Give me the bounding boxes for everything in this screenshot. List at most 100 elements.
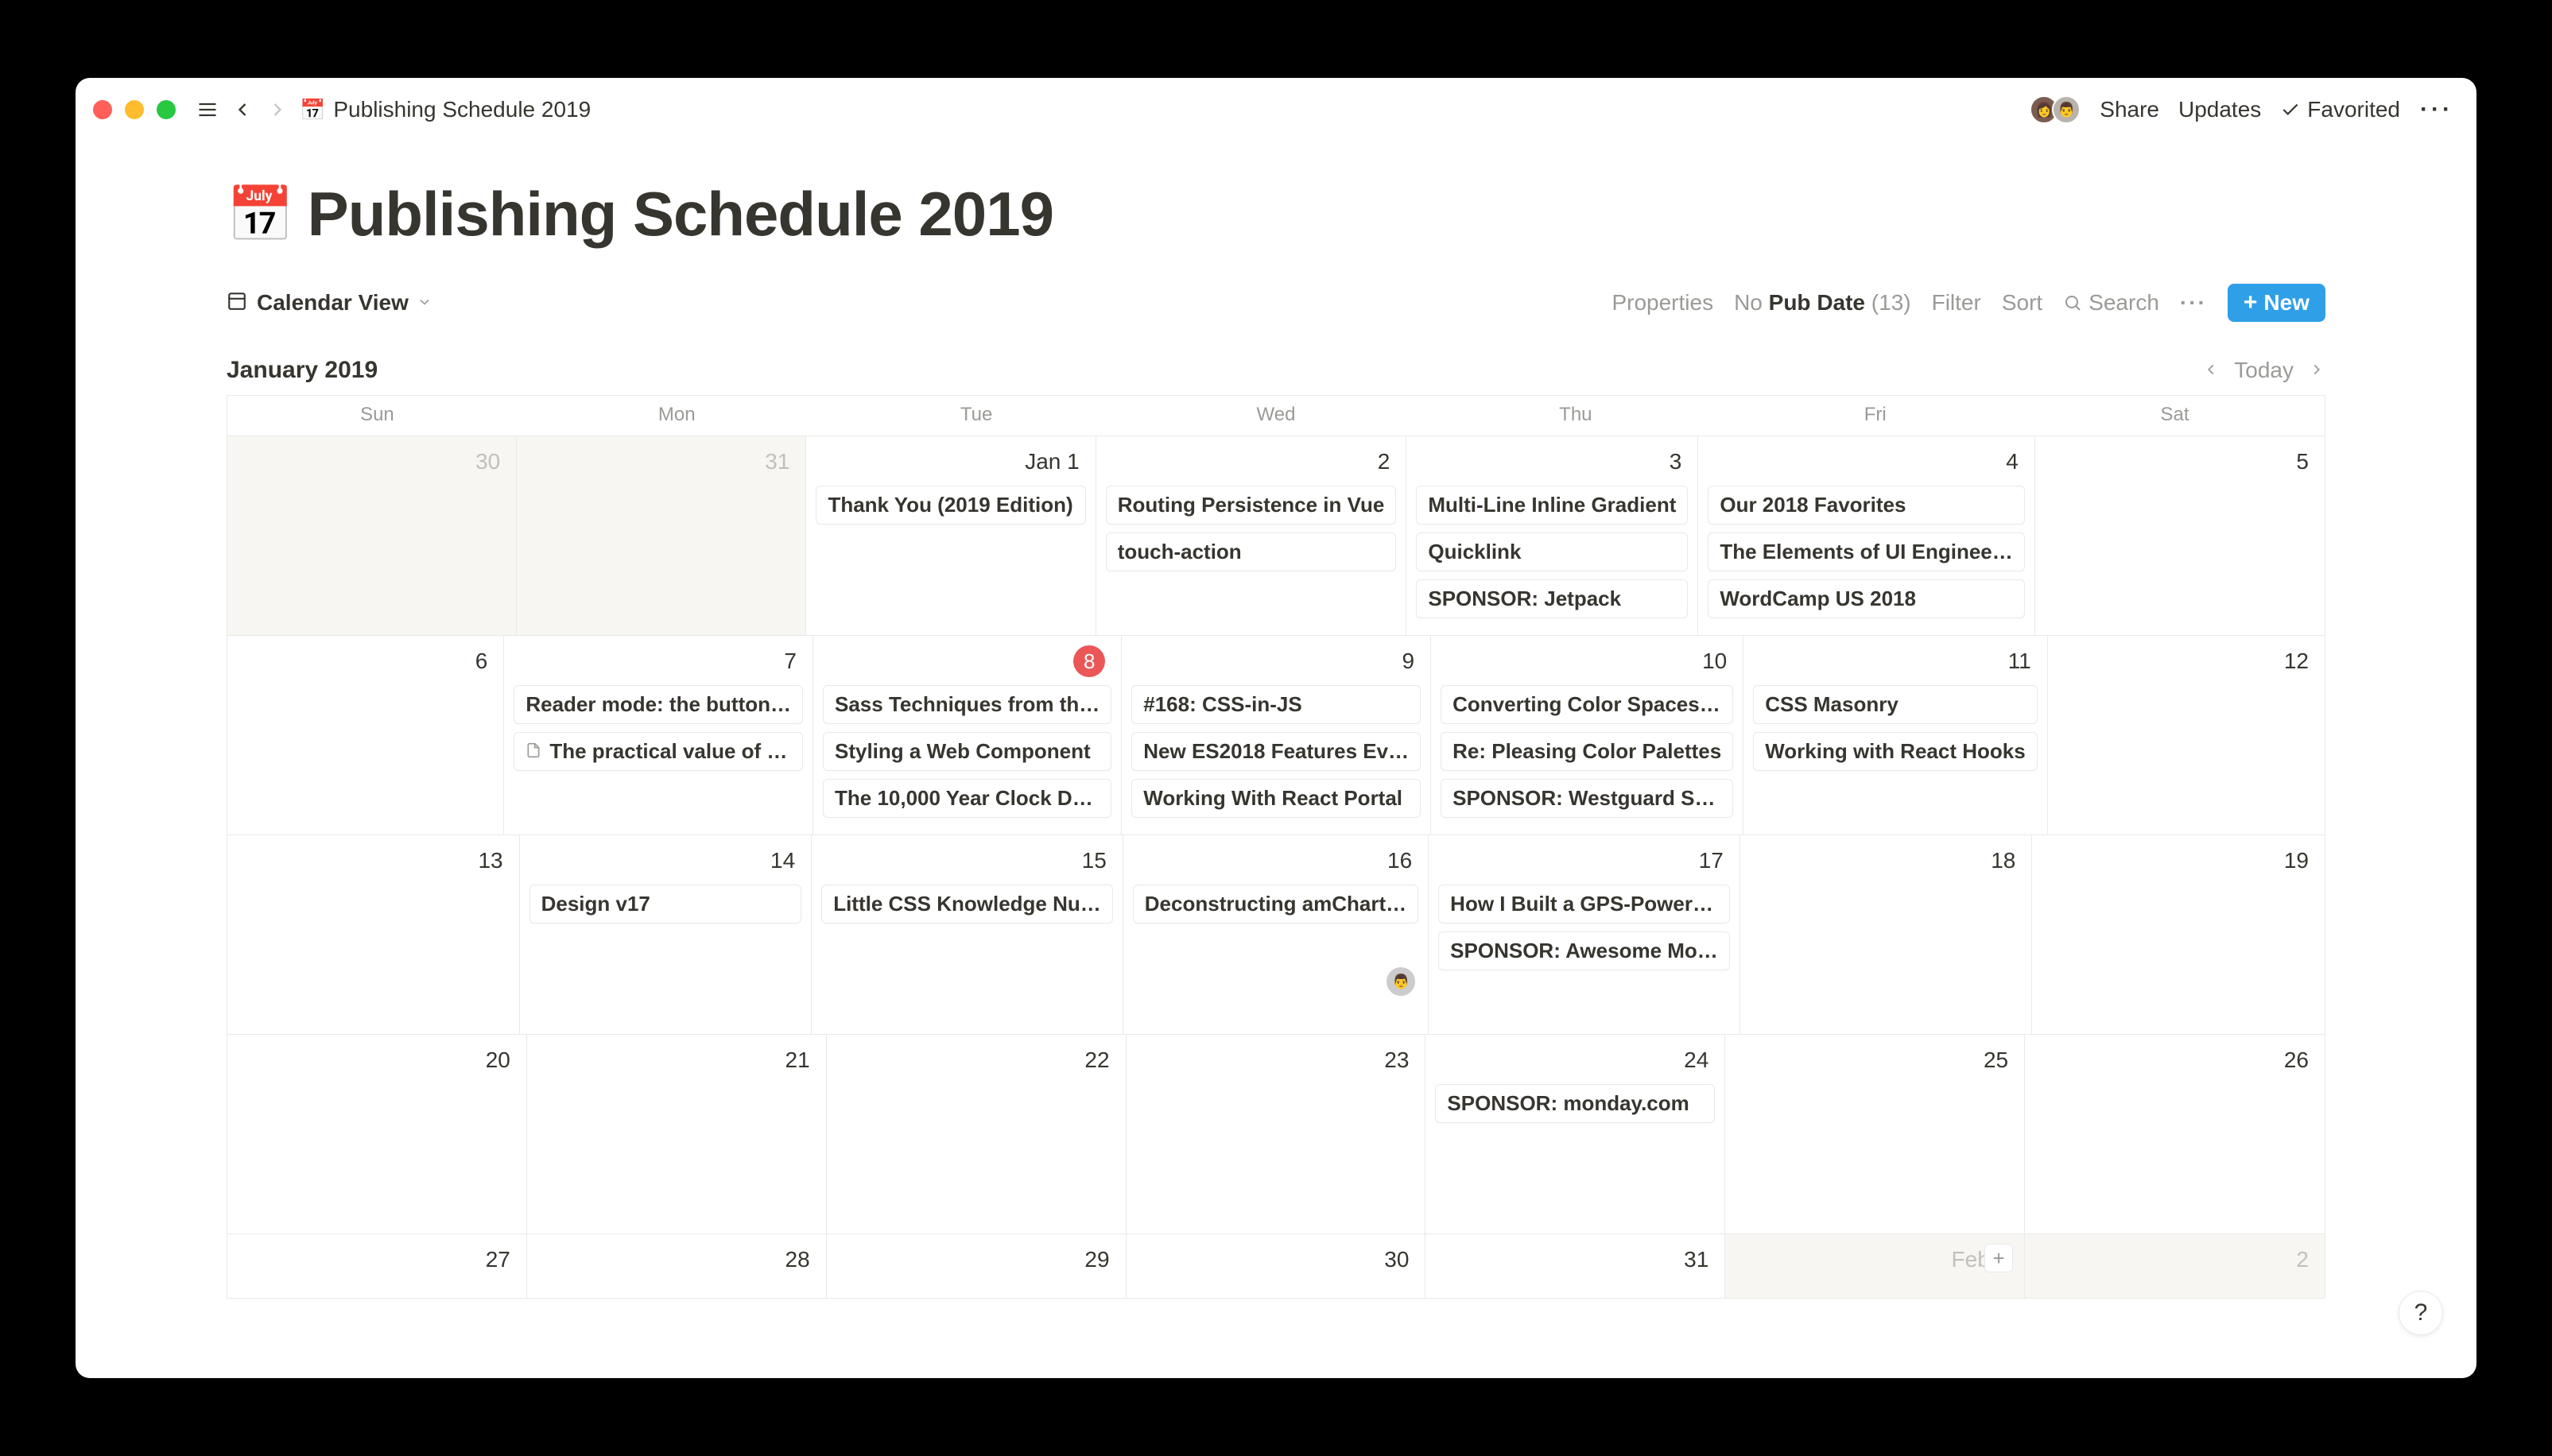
calendar-day[interactable]: 30 <box>1127 1234 1426 1298</box>
minimize-window-button[interactable] <box>125 100 144 119</box>
share-button[interactable]: Share <box>2100 97 2159 122</box>
event-title: SPONSOR: Awesome Mo… <box>1450 939 1718 963</box>
favorite-button[interactable]: Favorited <box>2280 97 2400 122</box>
calendar-day[interactable]: 2Routing Persistence in Vuetouch-action <box>1096 436 1407 635</box>
calendar-day[interactable]: 24SPONSOR: monday.com <box>1425 1035 1725 1233</box>
calendar-event[interactable]: touch-action <box>1106 532 1397 571</box>
calendar-day[interactable]: 4Our 2018 FavoritesThe Elements of UI En… <box>1698 436 2034 635</box>
page-icon-large[interactable]: 📅 <box>227 183 293 246</box>
calendar-event[interactable]: Quicklink <box>1416 532 1688 571</box>
calendar-day[interactable]: 22 <box>827 1035 1127 1233</box>
dow-label: Mon <box>527 396 827 436</box>
calendar-event[interactable]: WordCamp US 2018 <box>1708 579 2024 618</box>
search-icon <box>2063 293 2082 312</box>
calendar-event[interactable]: Routing Persistence in Vue <box>1106 486 1397 525</box>
calendar-event[interactable]: Little CSS Knowledge Nu… <box>821 885 1113 924</box>
day-number: 2 <box>2034 1244 2315 1276</box>
page-title-text[interactable]: Publishing Schedule 2019 <box>308 178 1053 250</box>
calendar-day[interactable]: 11CSS MasonryWorking with React Hooks <box>1743 636 2047 834</box>
window-controls <box>93 100 176 119</box>
calendar-day[interactable]: 26 <box>2025 1035 2325 1233</box>
sort-button[interactable]: Sort <box>2002 290 2042 316</box>
view-more-button[interactable]: ··· <box>2180 290 2207 316</box>
calendar-event[interactable]: New ES2018 Features Ev… <box>1131 732 1421 771</box>
content-scroll[interactable]: 📅 Publishing Schedule 2019 Calendar View… <box>76 141 2476 1378</box>
calendar-event[interactable]: Thank You (2019 Edition) <box>816 486 1085 525</box>
page: 📅 Publishing Schedule 2019 Calendar View… <box>76 141 2476 1299</box>
calendar-event[interactable]: SPONSOR: Awesome Mo… <box>1438 931 1730 970</box>
calendar-event[interactable]: The Elements of UI Enginee… <box>1708 532 2024 571</box>
more-menu-button[interactable]: ··· <box>2419 92 2454 127</box>
calendar-day[interactable]: 18 <box>1740 835 2033 1034</box>
calendar-event[interactable]: Multi-Line Inline Gradient <box>1416 486 1688 525</box>
calendar-event[interactable]: How I Built a GPS-Power… <box>1438 885 1730 924</box>
calendar-day[interactable]: 3Multi-Line Inline GradientQuicklinkSPON… <box>1406 436 1698 635</box>
calendar-event[interactable]: SPONSOR: monday.com <box>1435 1084 1715 1123</box>
back-button[interactable] <box>225 92 260 127</box>
properties-button[interactable]: Properties <box>1611 290 1713 316</box>
calendar-event[interactable]: Design v17 <box>529 885 802 924</box>
calendar-day[interactable]: 13 <box>227 835 520 1034</box>
filter-button[interactable]: Filter <box>1932 290 1981 316</box>
help-button[interactable]: ? <box>2399 1291 2443 1335</box>
calendar-day[interactable]: 31 <box>1425 1234 1725 1298</box>
calendar-event[interactable]: Working With React Portal <box>1131 779 1421 818</box>
calendar-day[interactable]: 9#168: CSS-in-JSNew ES2018 Features Ev…W… <box>1122 636 1431 834</box>
calendar-day[interactable]: 5 <box>2035 436 2325 635</box>
calendar-day[interactable]: 29 <box>827 1234 1127 1298</box>
calendar-day[interactable]: 25 <box>1725 1035 2025 1233</box>
calendar-day[interactable]: 30 <box>227 436 517 635</box>
calendar-day[interactable]: 12 <box>2048 636 2325 834</box>
event-assignee-avatar[interactable]: 👨 <box>1385 966 1417 997</box>
calendar-event[interactable]: #168: CSS-in-JS <box>1131 685 1421 724</box>
calendar-day[interactable]: 23 <box>1127 1035 1426 1233</box>
calendar-day[interactable]: 28 <box>527 1234 827 1298</box>
calendar-day[interactable]: 16Deconstructing amChart…👨 <box>1123 835 1429 1034</box>
calendar-day[interactable]: 31 <box>517 436 806 635</box>
calendar-day[interactable]: 7Reader mode: the button…The practical v… <box>504 636 813 834</box>
today-button[interactable]: Today <box>2234 358 2294 383</box>
calendar-day[interactable]: 27 <box>227 1234 527 1298</box>
calendar-event[interactable]: Sass Techniques from th… <box>823 685 1111 724</box>
calendar-event[interactable]: The 10,000 Year Clock D… <box>823 779 1111 818</box>
prev-month-button[interactable] <box>2202 361 2220 381</box>
calendar-event[interactable]: CSS Masonry <box>1753 685 2037 724</box>
calendar-event[interactable]: Re: Pleasing Color Palettes <box>1441 732 1733 771</box>
calendar-day[interactable]: 8Sass Techniques from th…Styling a Web C… <box>813 636 1122 834</box>
calendar-event[interactable]: Reader mode: the button… <box>514 685 803 724</box>
close-window-button[interactable] <box>93 100 112 119</box>
calendar-day[interactable]: 17How I Built a GPS-Power…SPONSOR: Aweso… <box>1429 835 1740 1034</box>
calendar-day[interactable]: Feb 1+ <box>1725 1234 2025 1298</box>
calendar-day[interactable]: 6 <box>227 636 504 834</box>
calendar-day[interactable]: 14Design v17 <box>520 835 813 1034</box>
calendar-day[interactable]: 21 <box>527 1035 827 1233</box>
calendar-event[interactable]: Our 2018 Favorites <box>1708 486 2024 525</box>
calendar-day[interactable]: 19 <box>2032 835 2325 1034</box>
calendar-day[interactable]: 2 <box>2025 1234 2325 1298</box>
sidebar-toggle-button[interactable] <box>190 92 225 127</box>
search-button[interactable]: Search <box>2063 290 2159 316</box>
add-event-button[interactable]: + <box>1984 1244 2013 1272</box>
calendar-event[interactable]: SPONSOR: Westguard S… <box>1441 779 1733 818</box>
calendar-event[interactable]: Working with React Hooks <box>1753 732 2037 771</box>
calendar-day[interactable]: 20 <box>227 1035 527 1233</box>
day-events: SPONSOR: monday.com <box>1435 1084 1715 1123</box>
no-pub-date-filter[interactable]: No Pub Date (13) <box>1734 290 1911 316</box>
new-button[interactable]: + New <box>2228 284 2325 322</box>
presence-avatars[interactable]: 👩 👨 <box>2030 95 2081 124</box>
no-pubdate-bold: Pub Date <box>1769 290 1865 315</box>
calendar-event[interactable]: SPONSOR: Jetpack <box>1416 579 1688 618</box>
breadcrumb[interactable]: 📅 Publishing Schedule 2019 <box>300 97 591 122</box>
calendar-event[interactable]: Converting Color Spaces… <box>1441 685 1733 724</box>
calendar-day[interactable]: 15Little CSS Knowledge Nu… <box>812 835 1123 1034</box>
next-month-button[interactable] <box>2308 361 2325 381</box>
view-select[interactable]: Calendar View <box>257 290 432 316</box>
calendar-event[interactable]: Styling a Web Component <box>823 732 1111 771</box>
calendar-event[interactable]: The practical value of … <box>514 732 803 771</box>
calendar-day[interactable]: Jan 1Thank You (2019 Edition) <box>806 436 1096 635</box>
forward-button[interactable] <box>260 92 295 127</box>
calendar-event[interactable]: Deconstructing amChart… <box>1133 885 1418 924</box>
calendar-day[interactable]: 10Converting Color Spaces…Re: Pleasing C… <box>1431 636 1743 834</box>
maximize-window-button[interactable] <box>157 100 176 119</box>
updates-button[interactable]: Updates <box>2178 97 2261 122</box>
